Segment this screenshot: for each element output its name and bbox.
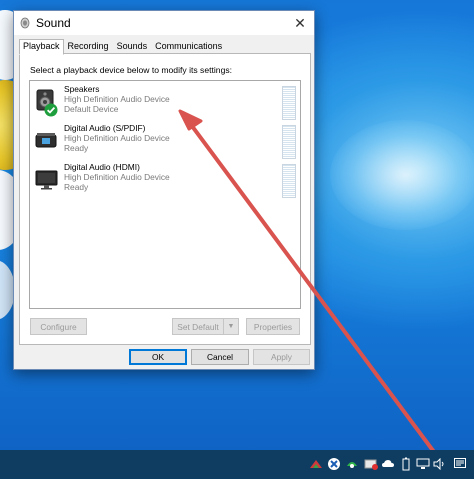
instruction-text: Select a playback device below to modify…: [30, 65, 233, 75]
device-name: Digital Audio (HDMI): [64, 162, 140, 172]
set-default-dropdown[interactable]: ▼: [223, 318, 239, 335]
network-shortcut-icon[interactable]: [309, 457, 323, 471]
digital-audio-icon: [35, 128, 57, 152]
playback-panel: Select a playback device below to modify…: [19, 53, 311, 345]
device-spdif[interactable]: Digital Audio (S/PDIF) High Definition A…: [32, 122, 298, 160]
device-status: Default Device: [64, 104, 119, 114]
tab-communications[interactable]: Communications: [151, 39, 226, 54]
tab-playback[interactable]: Playback: [19, 39, 64, 55]
window-title: Sound: [36, 16, 71, 30]
device-speakers[interactable]: Speakers High Definition Audio Device De…: [32, 83, 298, 121]
device-list[interactable]: Speakers High Definition Audio Device De…: [29, 80, 301, 309]
tab-recording[interactable]: Recording: [64, 39, 113, 54]
apply-button[interactable]: Apply: [253, 349, 310, 365]
device-status: Ready: [64, 143, 89, 153]
level-meter: [282, 125, 296, 159]
sound-app-icon: [20, 17, 30, 29]
device-name: Digital Audio (S/PDIF): [64, 123, 146, 133]
display-app-icon[interactable]: [364, 457, 378, 471]
configure-button[interactable]: Configure: [30, 318, 87, 335]
properties-button[interactable]: Properties: [246, 318, 300, 335]
x-app-icon[interactable]: [327, 457, 341, 471]
device-status: Ready: [64, 182, 89, 192]
default-check-icon: [44, 103, 58, 120]
device-hdmi[interactable]: Digital Audio (HDMI) High Definition Aud…: [32, 161, 298, 199]
level-meter: [282, 164, 296, 198]
device-name: Speakers: [64, 84, 100, 94]
device-driver: High Definition Audio Device: [64, 133, 170, 143]
tab-sounds[interactable]: Sounds: [113, 39, 152, 54]
shield-app-icon[interactable]: [345, 457, 359, 471]
cloud-icon[interactable]: [381, 457, 395, 471]
taskbar: [0, 450, 474, 479]
device-driver: High Definition Audio Device: [64, 94, 170, 104]
chevron-down-icon: ▼: [227, 323, 235, 330]
level-meter: [282, 86, 296, 120]
battery-icon[interactable]: [399, 457, 413, 471]
sound-dialog: Sound ✕ Playback Recording Sounds Commun…: [13, 10, 315, 370]
volume-icon[interactable]: [433, 457, 447, 471]
wallpaper-bloom: [330, 120, 474, 230]
notification-icon[interactable]: [453, 457, 467, 471]
set-default-button[interactable]: Set Default: [172, 318, 224, 335]
ok-button[interactable]: OK: [129, 349, 187, 365]
network-icon[interactable]: [416, 457, 430, 471]
cancel-button[interactable]: Cancel: [191, 349, 249, 365]
device-driver: High Definition Audio Device: [64, 172, 170, 182]
title-bar[interactable]: Sound ✕: [14, 11, 314, 35]
tab-strip: Playback Recording Sounds Communications: [19, 39, 226, 55]
monitor-icon: [35, 167, 58, 191]
close-button[interactable]: ✕: [286, 11, 314, 35]
